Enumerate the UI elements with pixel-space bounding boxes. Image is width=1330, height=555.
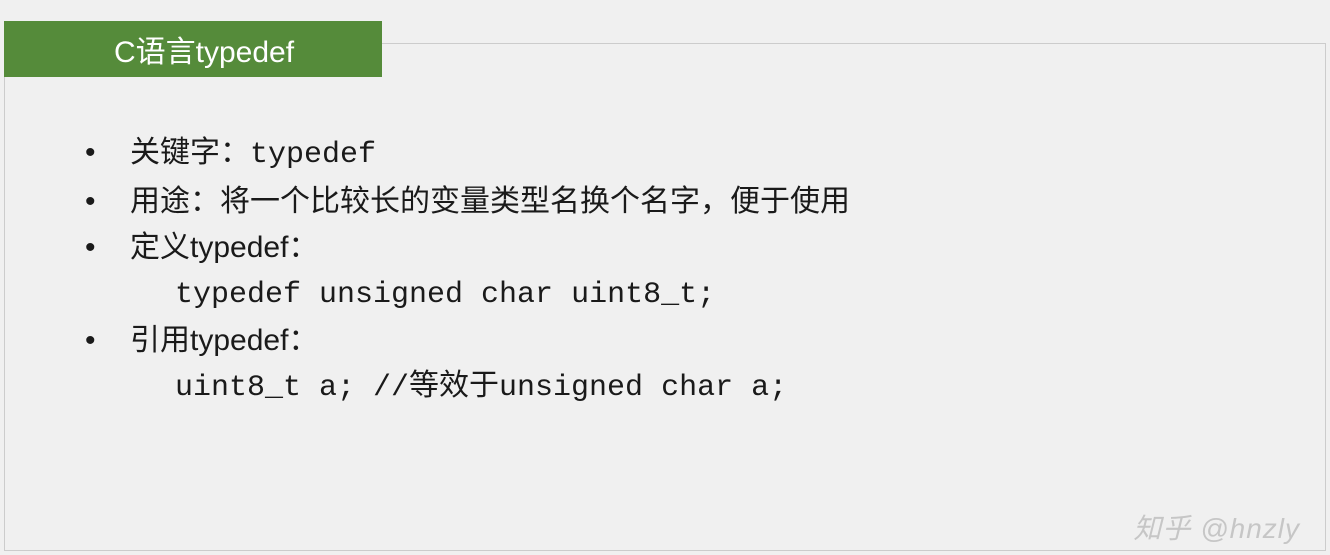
bullet-item: • 引用typedef： — [85, 318, 850, 365]
content-area: • 关键字：typedef • 用途：将一个比较长的变量类型名换个名字，便于使用… — [85, 130, 850, 411]
bullet-item: • 用途：将一个比较长的变量类型名换个名字，便于使用 — [85, 179, 850, 226]
watermark: 知乎 @hnzly — [1133, 507, 1300, 547]
bullet-item: • 定义typedef： — [85, 225, 850, 272]
bullet-value: typedef — [250, 138, 376, 172]
bullet-dot-icon: • — [85, 179, 96, 226]
bullet-dot-icon: • — [85, 225, 96, 272]
bullet-label: 关键字： — [130, 136, 250, 169]
code-line: typedef unsigned char uint8_t; — [85, 272, 850, 319]
bullet-label: 引用typedef： — [130, 324, 318, 357]
bullet-dot-icon: • — [85, 318, 96, 365]
bullet-label: 定义typedef： — [130, 231, 318, 264]
code-line: uint8_t a; //等效于unsigned char a; — [85, 365, 850, 412]
bullet-label: 用途：将一个比较长的变量类型名换个名字，便于使用 — [130, 185, 850, 218]
bullet-dot-icon: • — [85, 130, 96, 177]
title-bar: C语言typedef — [4, 21, 382, 77]
bullet-item: • 关键字：typedef — [85, 130, 850, 179]
slide-title: C语言typedef — [114, 27, 294, 71]
